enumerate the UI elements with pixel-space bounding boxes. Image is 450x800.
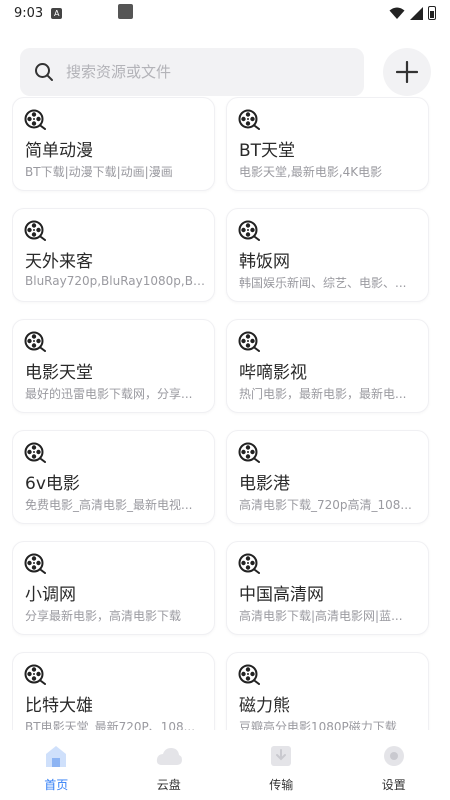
site-card[interactable]: BT天堂 电影天堂,最新电影,4K电影 [226, 97, 429, 191]
nav-label: 首页 [44, 778, 69, 792]
cloud-icon [155, 742, 183, 770]
site-description: 高清电影下载_720p高清_108... [239, 498, 412, 512]
film-reel-icon [24, 664, 46, 685]
status-bar: 9:03 A [0, 0, 450, 26]
site-description: BluRay720p,BluRay1080p,Blu... [25, 274, 207, 288]
site-description: 免费电影_高清电影_最新电视... [25, 498, 193, 512]
plus-icon [396, 61, 418, 83]
nav-label: 设置 [381, 778, 406, 792]
film-reel-icon [238, 553, 260, 574]
site-description: 热门电影，最新电影，最新电... [239, 387, 407, 401]
site-name: 电影天堂 [25, 363, 93, 383]
site-card[interactable]: 哔嘀影视 热门电影，最新电影，最新电... [226, 319, 429, 413]
film-reel-icon [238, 442, 260, 463]
site-card[interactable]: 电影港 高清电影下载_720p高清_108... [226, 430, 429, 524]
site-card[interactable]: 简单动漫 BT下载|动漫下载|动画|漫画 [12, 97, 215, 191]
site-card[interactable]: 小调网 分享最新电影，高清电影下载 [12, 541, 215, 635]
site-name: BT天堂 [239, 141, 296, 161]
site-name: 磁力熊 [239, 696, 290, 716]
site-card[interactable]: 中国高清网 高清电影下载|高清电影网|蓝... [226, 541, 429, 635]
site-name: 天外来客 [25, 252, 93, 272]
site-description: 最好的迅雷电影下载网，分享... [25, 387, 193, 401]
site-name: 哔嘀影视 [239, 363, 307, 383]
status-left: 9:03 A [14, 5, 63, 21]
search-bar[interactable] [20, 48, 364, 96]
film-reel-icon [238, 109, 260, 130]
add-button[interactable] [383, 48, 431, 96]
site-name: 韩饭网 [239, 252, 290, 272]
site-description: 豆瓣高分电影1080P磁力下载 [239, 720, 397, 730]
home-icon [42, 742, 70, 770]
site-name: 小调网 [25, 585, 76, 605]
search-input[interactable] [64, 62, 328, 82]
site-name: 6v电影 [25, 474, 80, 494]
site-name: 中国高清网 [239, 585, 324, 605]
film-reel-icon [238, 331, 260, 352]
notification-square-icon [118, 4, 133, 19]
nav-label: 传输 [269, 778, 294, 792]
cellular-signal-icon [410, 6, 423, 20]
nav-label: 云盘 [156, 778, 181, 792]
film-reel-icon [24, 442, 46, 463]
site-description: 高清电影下载|高清电影网|蓝... [239, 609, 403, 623]
site-description: BT电影天堂_最新720P、108... [25, 720, 196, 730]
film-reel-icon [238, 664, 260, 685]
transfer-icon [267, 742, 295, 770]
site-card[interactable]: 电影天堂 最好的迅雷电影下载网，分享... [12, 319, 215, 413]
battery-icon [428, 6, 436, 20]
site-description: BT下载|动漫下载|动画|漫画 [25, 165, 173, 179]
site-description: 分享最新电影，高清电影下载 [25, 609, 182, 623]
site-card[interactable]: 磁力熊 豆瓣高分电影1080P磁力下载 [226, 652, 429, 730]
site-name: 简单动漫 [25, 141, 93, 161]
notification-a-icon: A [51, 7, 63, 19]
search-icon [35, 63, 53, 81]
bottom-nav: 首页 云盘 传输 设置 [0, 732, 450, 800]
settings-icon [380, 742, 408, 770]
film-reel-icon [24, 109, 46, 130]
site-grid: 简单动漫 BT下载|动漫下载|动画|漫画 BT天堂 电影天堂,最新电影,4K电影… [12, 97, 432, 730]
nav-home[interactable]: 首页 [0, 732, 113, 800]
film-reel-icon [24, 220, 46, 241]
site-card[interactable]: 韩饭网 韩国娱乐新闻、综艺、电影、... [226, 208, 429, 302]
site-description: 电影天堂,最新电影,4K电影 [239, 165, 383, 179]
film-reel-icon [238, 220, 260, 241]
site-card[interactable]: 天外来客 BluRay720p,BluRay1080p,Blu... [12, 208, 215, 302]
site-name: 电影港 [239, 474, 290, 494]
status-right [389, 6, 436, 20]
nav-cloud[interactable]: 云盘 [113, 732, 226, 800]
site-name: 比特大雄 [25, 696, 93, 716]
site-card[interactable]: 6v电影 免费电影_高清电影_最新电视... [12, 430, 215, 524]
nav-transfer[interactable]: 传输 [225, 732, 338, 800]
film-reel-icon [24, 331, 46, 352]
status-time: 9:03 [14, 5, 44, 21]
nav-settings[interactable]: 设置 [338, 732, 450, 800]
site-description: 韩国娱乐新闻、综艺、电影、... [239, 276, 407, 290]
film-reel-icon [24, 553, 46, 574]
site-card[interactable]: 比特大雄 BT电影天堂_最新720P、108... [12, 652, 215, 730]
wifi-icon [389, 7, 405, 19]
